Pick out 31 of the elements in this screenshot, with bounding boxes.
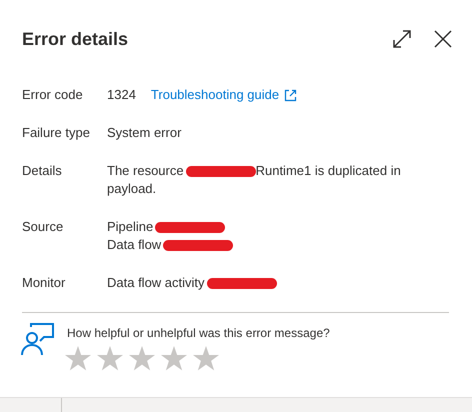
- troubleshooting-link[interactable]: Troubleshooting guide: [150, 86, 298, 104]
- close-icon: [434, 30, 452, 48]
- field-value: The resource: [107, 162, 184, 180]
- field-label: Error code: [22, 86, 84, 104]
- redaction-mark: [206, 278, 277, 288]
- redaction-mark: [155, 222, 226, 232]
- star-icon[interactable]: [161, 346, 187, 371]
- star-icon[interactable]: [97, 346, 123, 371]
- redaction-mark: [186, 166, 256, 176]
- field-value: System error: [107, 124, 182, 142]
- field-label: Source: [22, 218, 64, 236]
- feedback-question: How helpful or unhelpful was this error message?: [67, 326, 331, 340]
- field-value: payload.: [107, 180, 156, 198]
- field-value: Pipeline: [107, 218, 154, 236]
- star-icon[interactable]: [65, 346, 91, 371]
- field-value: Data flow: [107, 236, 162, 254]
- feedback-person-icon: [20, 323, 54, 355]
- field-value: 1324: [107, 86, 136, 104]
- field-label: Details: [22, 162, 63, 180]
- field-value: Data flow activity: [107, 274, 205, 292]
- star-icon[interactable]: [193, 346, 219, 371]
- star-icon[interactable]: [129, 346, 155, 371]
- close-button[interactable]: [434, 30, 452, 48]
- field-label: Monitor: [22, 274, 66, 292]
- expand-icon: [392, 29, 412, 49]
- field-value: Runtime1 is duplicated in: [256, 162, 401, 180]
- external-link-icon: [284, 88, 298, 102]
- expand-button[interactable]: [392, 29, 412, 49]
- redaction-mark: [163, 240, 234, 250]
- field-label: Failure type: [22, 124, 91, 142]
- panel-title: Error details: [22, 28, 130, 50]
